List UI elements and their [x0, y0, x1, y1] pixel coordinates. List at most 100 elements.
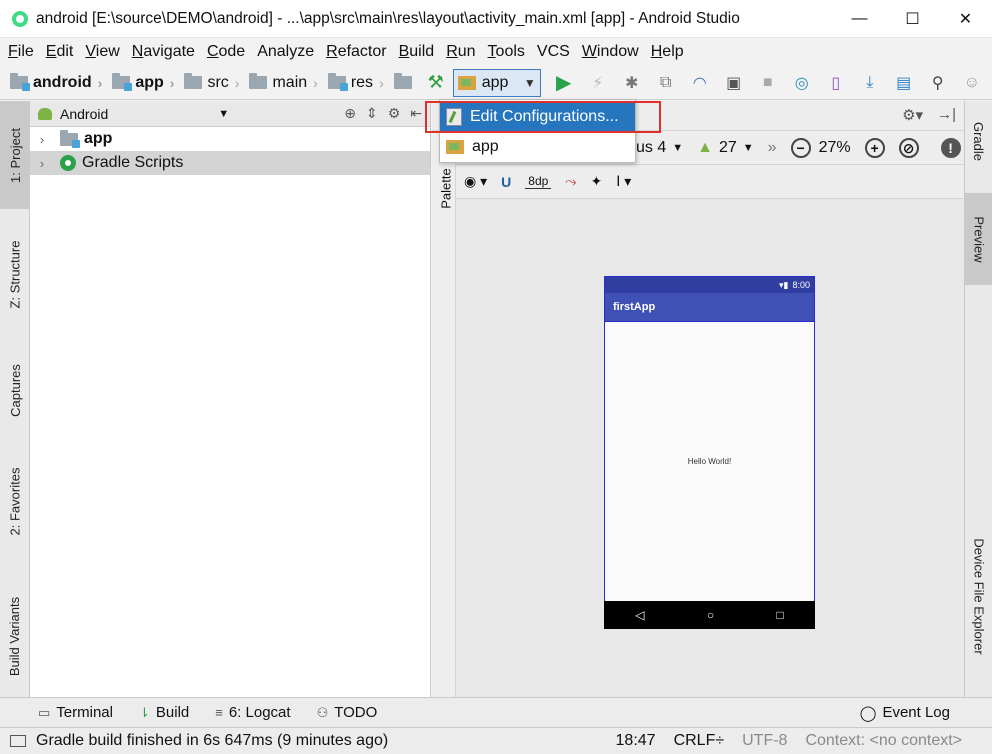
- palette-strip[interactable]: Palette: [432, 131, 456, 697]
- menu-edit[interactable]: Edit: [40, 43, 80, 61]
- menu-file[interactable]: File: [2, 43, 40, 61]
- tab-project[interactable]: 1: Project: [0, 101, 30, 209]
- run-configuration-select[interactable]: app ▼: [452, 68, 541, 97]
- user-icon[interactable]: ☺: [961, 72, 983, 94]
- tab-favorites[interactable]: 2: Favorites: [0, 451, 30, 551]
- menu-analyze[interactable]: Analyze: [251, 43, 320, 61]
- guidelines-icon[interactable]: Ⅰ ▾: [616, 173, 631, 190]
- tab-terminal[interactable]: ▭ Terminal: [38, 704, 113, 721]
- window-controls: — ☐ ✕: [833, 0, 992, 38]
- gear-icon[interactable]: ⚙: [388, 105, 401, 122]
- sync-gradle-icon[interactable]: ◎: [791, 72, 813, 94]
- minimize-button[interactable]: —: [833, 0, 886, 38]
- tab-todo[interactable]: ⚇ TODO: [317, 704, 378, 721]
- wifi-battery-icon: ▾▮: [778, 279, 789, 290]
- maximize-button[interactable]: ☐: [886, 0, 939, 38]
- tab-event-log[interactable]: ◯ Event Log: [860, 704, 950, 722]
- chevron-right-icon[interactable]: ›: [34, 156, 50, 171]
- menu-vcs[interactable]: VCS: [531, 43, 576, 61]
- menu-build[interactable]: Build: [393, 43, 441, 61]
- project-view-select[interactable]: Android: [60, 106, 108, 122]
- context-indicator[interactable]: Context: <no context>: [805, 732, 962, 750]
- menu-run[interactable]: Run: [440, 43, 481, 61]
- edit-configurations-item[interactable]: Edit Configurations...: [440, 102, 635, 132]
- run-icon[interactable]: ▶: [553, 72, 575, 94]
- status-message[interactable]: Gradle build finished in 6s 647ms (9 min…: [10, 732, 388, 750]
- breadcrumb-res[interactable]: res ›: [327, 73, 384, 92]
- make-project-hammer-icon[interactable]: ⚒: [425, 72, 447, 94]
- status-bar: Gradle build finished in 6s 647ms (9 min…: [0, 727, 992, 754]
- todo-icon: ⚇: [316, 704, 329, 720]
- clear-constraints-icon[interactable]: ⤳: [565, 173, 576, 190]
- autoconnect-magnet-icon[interactable]: U: [501, 174, 511, 190]
- tab-captures[interactable]: Captures: [0, 345, 30, 435]
- gear-icon[interactable]: ⚙▾: [902, 106, 923, 124]
- tab-structure[interactable]: Z: Structure: [0, 219, 30, 329]
- stop-icon[interactable]: ■: [757, 72, 779, 94]
- avd-manager-icon[interactable]: ▯: [825, 72, 847, 94]
- collapse-all-icon[interactable]: ⇕: [366, 105, 378, 122]
- close-button[interactable]: ✕: [939, 0, 992, 38]
- view-options-eye-icon[interactable]: ◉ ▾: [464, 173, 487, 190]
- android-icon: [38, 107, 52, 120]
- project-structure-icon[interactable]: ▤: [893, 72, 915, 94]
- menu-help[interactable]: Help: [645, 43, 690, 61]
- more-icon[interactable]: »: [768, 139, 777, 157]
- attach-process-icon[interactable]: ▣: [723, 72, 745, 94]
- hello-world-textview[interactable]: Hello World!: [688, 457, 731, 466]
- chevron-right-icon[interactable]: ›: [34, 132, 50, 147]
- menu-tools[interactable]: Tools: [482, 43, 531, 61]
- status-right: 18:47 CRLF÷ UTF-8 Context: <no context>: [616, 732, 962, 750]
- tree-item-app[interactable]: › app: [30, 127, 430, 151]
- tab-build-variants[interactable]: Build Variants: [0, 581, 30, 691]
- search-icon[interactable]: ⚲: [927, 72, 949, 94]
- file-encoding[interactable]: UTF-8: [742, 732, 787, 750]
- window-title: android [E:\source\DEMO\android] - ...\a…: [36, 9, 740, 27]
- recents-icon: □: [776, 608, 784, 622]
- breadcrumb-layout[interactable]: [393, 73, 417, 89]
- caret-position[interactable]: 18:47: [616, 732, 656, 750]
- hide-panel-icon[interactable]: →|: [937, 106, 956, 124]
- sdk-manager-icon[interactable]: ⤓: [859, 72, 881, 94]
- default-margin-field[interactable]: 8dp: [525, 174, 552, 189]
- app-config-item[interactable]: app: [440, 132, 635, 162]
- left-tool-window-bar: 1: Project Z: Structure Captures 2: Favo…: [0, 101, 30, 697]
- scroll-from-source-icon[interactable]: ⊕: [344, 105, 356, 122]
- build-icon: ⇂: [138, 704, 150, 720]
- folder-icon: [184, 73, 203, 89]
- hide-panel-icon[interactable]: ⇤: [410, 105, 422, 122]
- infer-constraints-icon[interactable]: ✦: [591, 173, 603, 190]
- attach-debugger-icon[interactable]: ⧉: [655, 72, 677, 94]
- tab-build[interactable]: ⇂ Build: [139, 704, 189, 721]
- tool-windows-icon[interactable]: [10, 735, 26, 747]
- tab-preview[interactable]: Preview: [965, 193, 992, 285]
- menu-refactor[interactable]: Refactor: [320, 43, 392, 61]
- warning-icon[interactable]: !: [940, 137, 961, 158]
- breadcrumb-app[interactable]: app ›: [112, 73, 174, 92]
- breadcrumb-main[interactable]: main ›: [249, 73, 318, 92]
- breadcrumb-src[interactable]: src ›: [184, 73, 239, 92]
- chevron-down-icon[interactable]: ▼: [218, 108, 229, 120]
- tab-logcat[interactable]: ≡ 6: Logcat: [215, 704, 290, 721]
- phone-content[interactable]: Hello World!: [605, 321, 814, 602]
- api-level-select[interactable]: ▲ 27 ▼: [697, 139, 754, 157]
- tab-gradle[interactable]: Gradle: [965, 101, 992, 181]
- debug-icon[interactable]: ✱: [621, 72, 643, 94]
- device-preview[interactable]: ▾▮ 8:00 firstApp Hello World! ◁ ○ □: [604, 276, 815, 629]
- zoom-out-button[interactable]: −: [790, 137, 811, 158]
- menu-window[interactable]: Window: [576, 43, 645, 61]
- menu-code[interactable]: Code: [201, 43, 251, 61]
- menu-navigate[interactable]: Navigate: [126, 43, 201, 61]
- run-config-dropdown: Edit Configurations... app: [439, 99, 636, 163]
- zoom-fit-button[interactable]: ⊘: [898, 137, 919, 158]
- event-log-icon: ◯: [859, 704, 877, 722]
- menu-view[interactable]: View: [79, 43, 125, 61]
- apply-changes-icon[interactable]: ⚡: [587, 72, 609, 94]
- line-separator[interactable]: CRLF÷: [674, 732, 725, 750]
- device-select[interactable]: us 4 ▼: [636, 139, 683, 157]
- tree-item-gradle-scripts[interactable]: › Gradle Scripts: [30, 151, 430, 175]
- zoom-in-button[interactable]: +: [864, 137, 885, 158]
- breadcrumb-android[interactable]: android ›: [10, 73, 102, 92]
- tab-device-file-explorer[interactable]: Device File Explorer: [965, 521, 992, 671]
- profile-icon[interactable]: ◠: [689, 72, 711, 94]
